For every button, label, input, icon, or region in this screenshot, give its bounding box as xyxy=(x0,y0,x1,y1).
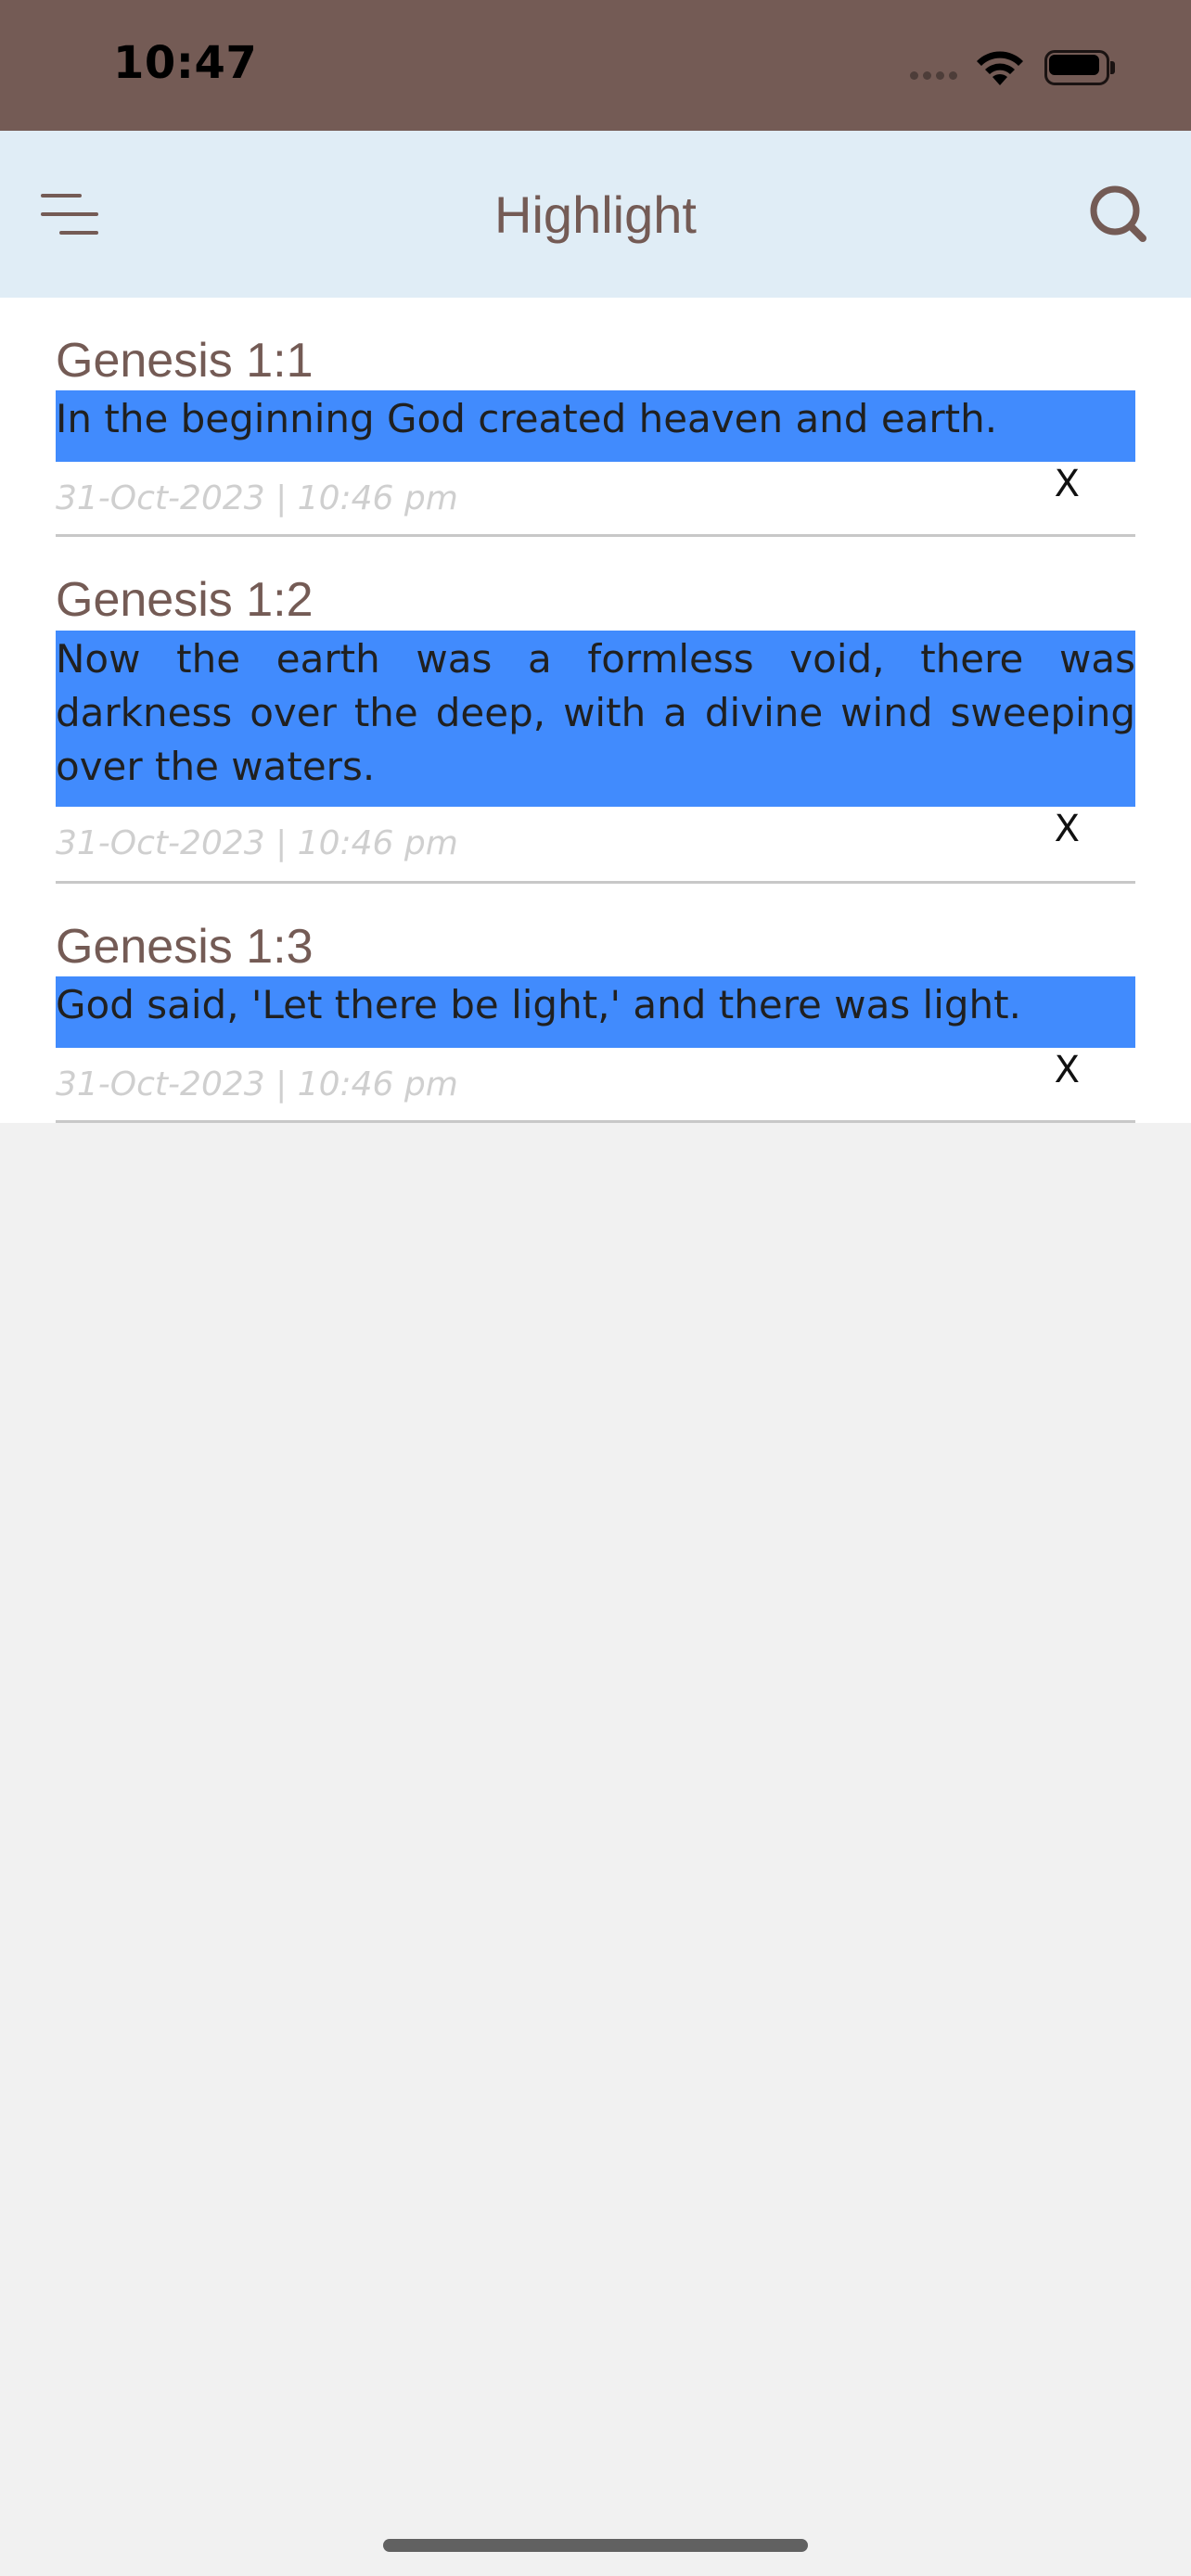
status-time: 10:47 xyxy=(113,37,258,89)
battery-icon xyxy=(1044,50,1115,85)
search-icon[interactable] xyxy=(1087,183,1148,244)
status-icons xyxy=(910,46,1115,89)
highlight-item[interactable]: Genesis 1:1 In the beginning God created… xyxy=(56,298,1135,537)
status-bar: 10:47 xyxy=(0,0,1191,131)
home-indicator[interactable] xyxy=(383,2539,808,2552)
page-title: Highlight xyxy=(494,185,697,244)
highlight-date: 31-Oct-2023 | 10:46 pm xyxy=(56,824,458,862)
delete-button[interactable]: X xyxy=(1055,1049,1080,1091)
highlighted-verse-text: In the beginning God created heaven and … xyxy=(56,390,1135,462)
highlighted-verse-text: Now the earth was a formless void, there… xyxy=(56,631,1135,807)
highlight-date: 31-Oct-2023 | 10:46 pm xyxy=(56,479,458,517)
highlight-item[interactable]: Genesis 1:3 God said, 'Let there be ligh… xyxy=(56,884,1135,1123)
verse-reference: Genesis 1:1 xyxy=(56,334,314,388)
highlight-date: 31-Oct-2023 | 10:46 pm xyxy=(56,1065,458,1103)
nav-bar: Highlight xyxy=(0,131,1191,298)
delete-button[interactable]: X xyxy=(1055,808,1080,850)
highlights-list: Genesis 1:1 In the beginning God created… xyxy=(0,298,1191,1123)
delete-button[interactable]: X xyxy=(1055,463,1080,505)
wifi-icon xyxy=(977,51,1023,85)
highlighted-verse-text: God said, 'Let there be light,' and ther… xyxy=(56,976,1135,1048)
verse-reference: Genesis 1:2 xyxy=(56,573,314,627)
highlight-item[interactable]: Genesis 1:2 Now the earth was a formless… xyxy=(56,537,1135,884)
signal-dots-icon xyxy=(910,70,957,80)
verse-reference: Genesis 1:3 xyxy=(56,920,314,974)
